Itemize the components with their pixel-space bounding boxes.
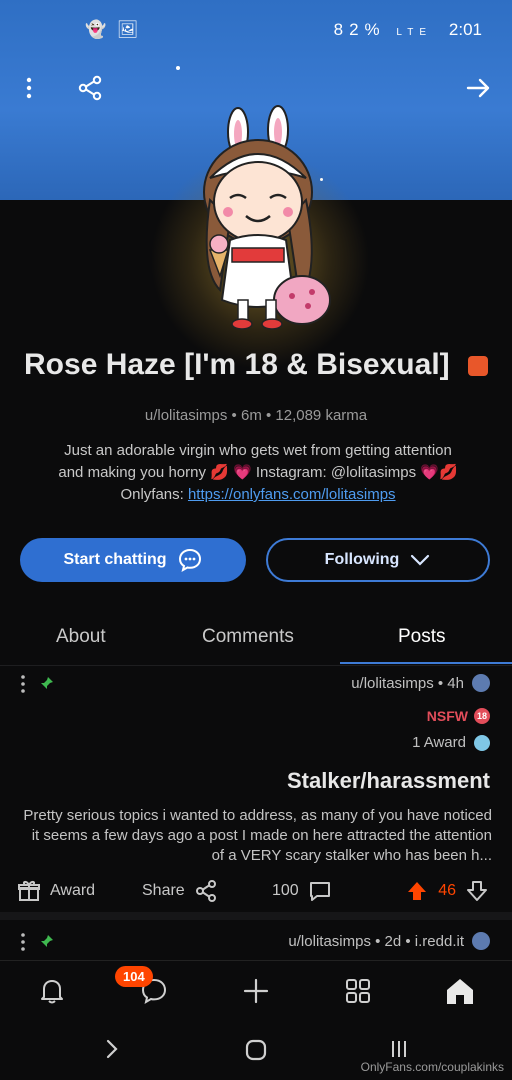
gallery-icon: 🖼 (116, 20, 142, 39)
profile-title: Rose Haze [I'm 18 & Bisexual] (0, 348, 512, 382)
chevron-down-icon (411, 554, 430, 566)
bio-line: and making you horny 💋 💗 Instagram: @lol… (58, 464, 458, 481)
divider (0, 665, 512, 666)
post-title[interactable]: Stalker/harassment (287, 768, 490, 794)
author-avatar (472, 932, 490, 950)
share-label: Share (142, 882, 185, 899)
pin-icon (41, 677, 53, 689)
active-tab-indicator (340, 662, 512, 664)
chat-badge: 104 (115, 966, 153, 987)
nsfw-badge-icon: 18 (474, 708, 490, 724)
author-avatar (472, 674, 490, 692)
profile-meta: u/lolitasimps • 6m • 12,089 karma (144, 407, 368, 424)
award-icon (474, 734, 490, 751)
post-meta[interactable]: u/lolitasimps • 2d • i.redd.it (288, 932, 490, 950)
share-icon (195, 880, 216, 902)
following-button[interactable]: Following (266, 538, 490, 582)
home-icon (447, 979, 473, 1004)
mirrored-url-text: OnlyFans.com/couplakinks (360, 1060, 504, 1074)
plus-icon (243, 978, 269, 1004)
following-label: Following (324, 551, 400, 568)
comments-count: 100 (272, 882, 299, 899)
nsfw-label: NSFW (426, 708, 468, 724)
start-chatting-button[interactable]: Start chatting (20, 538, 246, 582)
recent-apps-icon[interactable] (388, 1038, 410, 1060)
nav-create[interactable] (234, 973, 278, 1009)
back-arrow-icon[interactable] (464, 74, 492, 102)
post-options-icon[interactable] (18, 674, 28, 694)
vote-count: 46 (438, 882, 456, 899)
post-options-icon[interactable] (18, 932, 28, 952)
clock: 2:01 (448, 20, 482, 39)
profile-name: Rose Haze [I'm 18 & Bisexual] (24, 348, 450, 381)
award-button[interactable]: Award (16, 878, 95, 904)
communities-icon (346, 979, 370, 1003)
comment-icon (309, 882, 330, 901)
profile-bio: Just an adorable virgin who gets wet fro… (40, 440, 476, 506)
pin-icon (41, 935, 53, 947)
snapchat-icon: 👻 (85, 20, 110, 39)
awards-count: 1 Award (412, 734, 466, 751)
tab-comments[interactable]: Comments (202, 626, 294, 648)
battery-percent: 82% (333, 20, 386, 39)
share-button[interactable]: Share (142, 878, 219, 904)
post-author: u/lolitasimps • 4h (351, 674, 464, 692)
post-separator (0, 912, 512, 920)
status-icons-right: 82% LTE (334, 20, 432, 40)
share-icon[interactable] (76, 74, 104, 102)
downvote-icon[interactable] (464, 878, 490, 904)
avatar[interactable] (180, 100, 340, 340)
flag-icon (467, 356, 488, 377)
network-label: LTE (396, 27, 432, 38)
post-awards[interactable]: 1 Award (412, 734, 490, 751)
back-button-icon[interactable] (102, 1038, 122, 1060)
nsfw-tag: NSFW 18 (427, 708, 490, 724)
post-meta[interactable]: u/lolitasimps • 4h (351, 674, 490, 692)
gift-icon (18, 881, 40, 901)
bell-icon (41, 980, 63, 1004)
nav-inbox[interactable] (30, 973, 74, 1009)
start-chatting-label: Start chatting (63, 551, 167, 568)
bio-prefix: Onlyfans: (120, 486, 188, 503)
banner-star (176, 66, 180, 70)
award-label: Award (50, 882, 96, 899)
vote-control: 46 (404, 878, 490, 904)
onlyfans-link[interactable]: https://onlyfans.com/lolitasimps (188, 486, 396, 503)
post-body[interactable]: Pretty serious topics i wanted to addres… (22, 806, 492, 866)
nav-home[interactable] (438, 973, 482, 1009)
bio-line: Onlyfans: https://onlyfans.com/lolitasim… (40, 484, 476, 506)
nav-communities[interactable] (336, 973, 380, 1009)
tab-posts[interactable]: Posts (398, 626, 446, 648)
comments-button[interactable]: 100 (272, 878, 333, 904)
bottom-navigation (0, 960, 512, 1023)
profile-tabs: Posts Comments About (0, 620, 512, 664)
tab-about[interactable]: About (56, 626, 106, 648)
system-nav-bar: OnlyFans.com/couplakinks (0, 1030, 512, 1080)
chat-icon (178, 548, 201, 572)
status-bar: 👻 🖼 82% LTE 2:01 (0, 20, 512, 44)
bio-line: Just an adorable virgin who gets wet fro… (64, 442, 452, 459)
post-actions: 46 100 Share Award (0, 872, 512, 906)
more-options-icon[interactable] (22, 76, 36, 100)
home-button-icon[interactable] (244, 1038, 268, 1062)
post-author: u/lolitasimps • 2d • i.redd.it (288, 932, 464, 950)
status-icons-left: 👻 🖼 (85, 20, 142, 40)
upvote-icon[interactable] (404, 878, 430, 904)
